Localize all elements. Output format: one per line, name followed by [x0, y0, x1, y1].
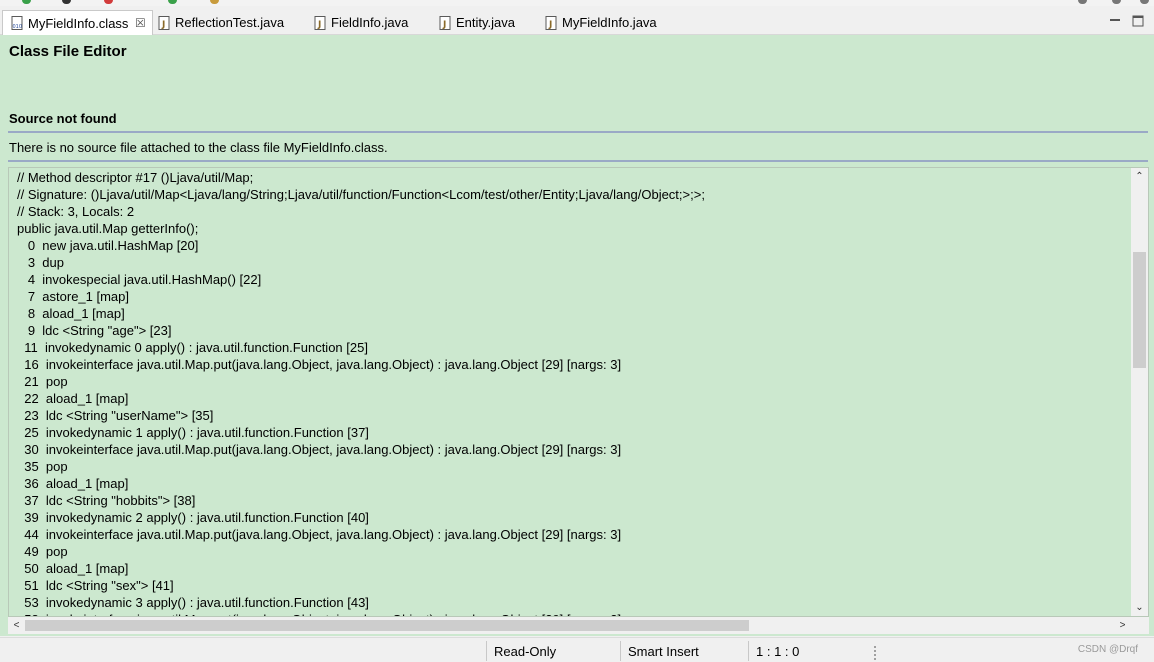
- bytecode-lines: // Method descriptor #17 ()Ljava/util/Ma…: [17, 169, 1127, 616]
- horizontal-scrollbar[interactable]: < >: [8, 617, 1149, 634]
- status-cursor-position: 1 : 1 : 0: [756, 644, 800, 659]
- watermark: CSDN @Drqf: [1077, 644, 1138, 655]
- class-file-editor: Class File Editor Source not found There…: [0, 35, 1154, 636]
- code-line: 49 pop: [17, 544, 68, 559]
- code-line: 39 invokedynamic 2 apply() : java.util.f…: [17, 510, 369, 525]
- svg-text:J: J: [548, 20, 552, 30]
- code-line: 8 aload_1 [map]: [17, 306, 125, 321]
- status-separator: [620, 641, 621, 661]
- scrollbar-thumb[interactable]: [1133, 252, 1146, 368]
- minimize-icon[interactable]: [1108, 14, 1122, 28]
- code-line: 25 invokedynamic 1 apply() : java.util.f…: [17, 425, 369, 440]
- code-line: // Signature: ()Ljava/util/Map<Ljava/lan…: [17, 187, 705, 202]
- toolbar-icon[interactable]: [1140, 0, 1149, 4]
- code-line: 21 pop: [17, 374, 68, 389]
- tab-label: MyFieldInfo.java: [562, 15, 657, 30]
- code-line: // Method descriptor #17 ()Ljava/util/Ma…: [17, 170, 254, 185]
- status-separator: [748, 641, 749, 661]
- scroll-up-icon[interactable]: ⌃: [1131, 168, 1148, 185]
- svg-text:010: 010: [13, 24, 23, 30]
- code-line: 22 aload_1 [map]: [17, 391, 129, 406]
- code-line: 37 ldc <String "hobbits"> [38]: [17, 493, 196, 508]
- svg-text:J: J: [442, 20, 446, 30]
- toolbar-icon[interactable]: [1078, 0, 1087, 4]
- tab-fieldinfo-java[interactable]: J FieldInfo.java: [314, 10, 408, 35]
- code-line: 23 ldc <String "userName"> [35]: [17, 408, 214, 423]
- toolbar-icon[interactable]: [62, 0, 71, 4]
- code-line: 11 invokedynamic 0 apply() : java.util.f…: [17, 340, 368, 355]
- section-message: There is no source file attached to the …: [9, 140, 388, 155]
- divider: [8, 131, 1148, 133]
- code-line: 7 astore_1 [map]: [17, 289, 130, 304]
- scrollbar-thumb[interactable]: [25, 620, 749, 631]
- java-file-icon: J: [439, 15, 451, 30]
- code-line: 35 pop: [17, 459, 68, 474]
- code-line: 51 ldc <String "sex"> [41]: [17, 578, 174, 593]
- code-line: 50 aload_1 [map]: [17, 561, 129, 576]
- code-line: 53 invokedynamic 3 apply() : java.util.f…: [17, 595, 369, 610]
- code-line: public java.util.Map getterInfo();: [17, 221, 199, 236]
- stop-icon[interactable]: [104, 0, 113, 4]
- status-mode: Read-Only: [494, 644, 557, 659]
- code-line: 16 invokeinterface java.util.Map.put(jav…: [17, 357, 622, 372]
- class-file-icon: 010: [11, 16, 23, 30]
- code-line: 3 dup: [17, 255, 64, 270]
- svg-text:J: J: [317, 20, 321, 30]
- java-file-icon: J: [545, 15, 557, 30]
- vertical-scrollbar[interactable]: ⌃ ⌄: [1131, 168, 1148, 616]
- java-file-icon: J: [158, 15, 170, 30]
- tab-label: MyFieldInfo.class: [28, 15, 129, 31]
- code-line: 0 new java.util.HashMap [20]: [17, 238, 199, 253]
- toolbar-icon[interactable]: [1112, 0, 1121, 4]
- tab-reflectiontest-java[interactable]: J ReflectionTest.java: [158, 10, 284, 35]
- debug-icon[interactable]: [168, 0, 177, 4]
- tab-label: Entity.java: [456, 15, 516, 30]
- section-title: Source not found: [9, 111, 117, 126]
- run-icon[interactable]: [22, 0, 31, 4]
- bytecode-text-area[interactable]: // Method descriptor #17 ()Ljava/util/Ma…: [8, 167, 1149, 617]
- editor-title: Class File Editor: [9, 43, 127, 60]
- java-file-icon: J: [314, 15, 326, 30]
- code-line: 9 ldc <String "age"> [23]: [17, 323, 172, 338]
- code-line: 44 invokeinterface java.util.Map.put(jav…: [17, 527, 622, 542]
- tab-label: ReflectionTest.java: [175, 15, 285, 30]
- scroll-down-icon[interactable]: ⌄: [1131, 599, 1148, 616]
- tab-myfieldinfo-class[interactable]: 010 MyFieldInfo.class ☒: [2, 10, 154, 35]
- code-line: // Stack: 3, Locals: 2: [17, 204, 135, 219]
- tab-myfieldinfo-java[interactable]: J MyFieldInfo.java: [545, 10, 657, 35]
- scroll-right-icon[interactable]: >: [1114, 617, 1131, 634]
- svg-text:J: J: [161, 20, 165, 30]
- code-line: 4 invokespecial java.util.HashMap() [22]: [17, 272, 262, 287]
- status-separator: [486, 641, 487, 661]
- divider: [8, 160, 1148, 162]
- code-line: 30 invokeinterface java.util.Map.put(jav…: [17, 442, 622, 457]
- close-icon[interactable]: ☒: [134, 16, 146, 30]
- scroll-left-icon[interactable]: <: [8, 617, 25, 634]
- tab-label: FieldInfo.java: [331, 15, 409, 30]
- code-line: 36 aload_1 [map]: [17, 476, 129, 491]
- status-bar: Read-Only Smart Insert 1 : 1 : 0 CSDN @D…: [0, 637, 1154, 662]
- editor-tab-bar: 010 MyFieldInfo.class ☒ J ReflectionTest…: [0, 6, 1154, 35]
- toolbar-icon[interactable]: [210, 0, 219, 4]
- status-insert-mode[interactable]: Smart Insert: [628, 644, 699, 659]
- maximize-icon[interactable]: [1131, 14, 1145, 28]
- status-grip: [874, 646, 876, 660]
- tab-entity-java[interactable]: J Entity.java: [439, 10, 515, 35]
